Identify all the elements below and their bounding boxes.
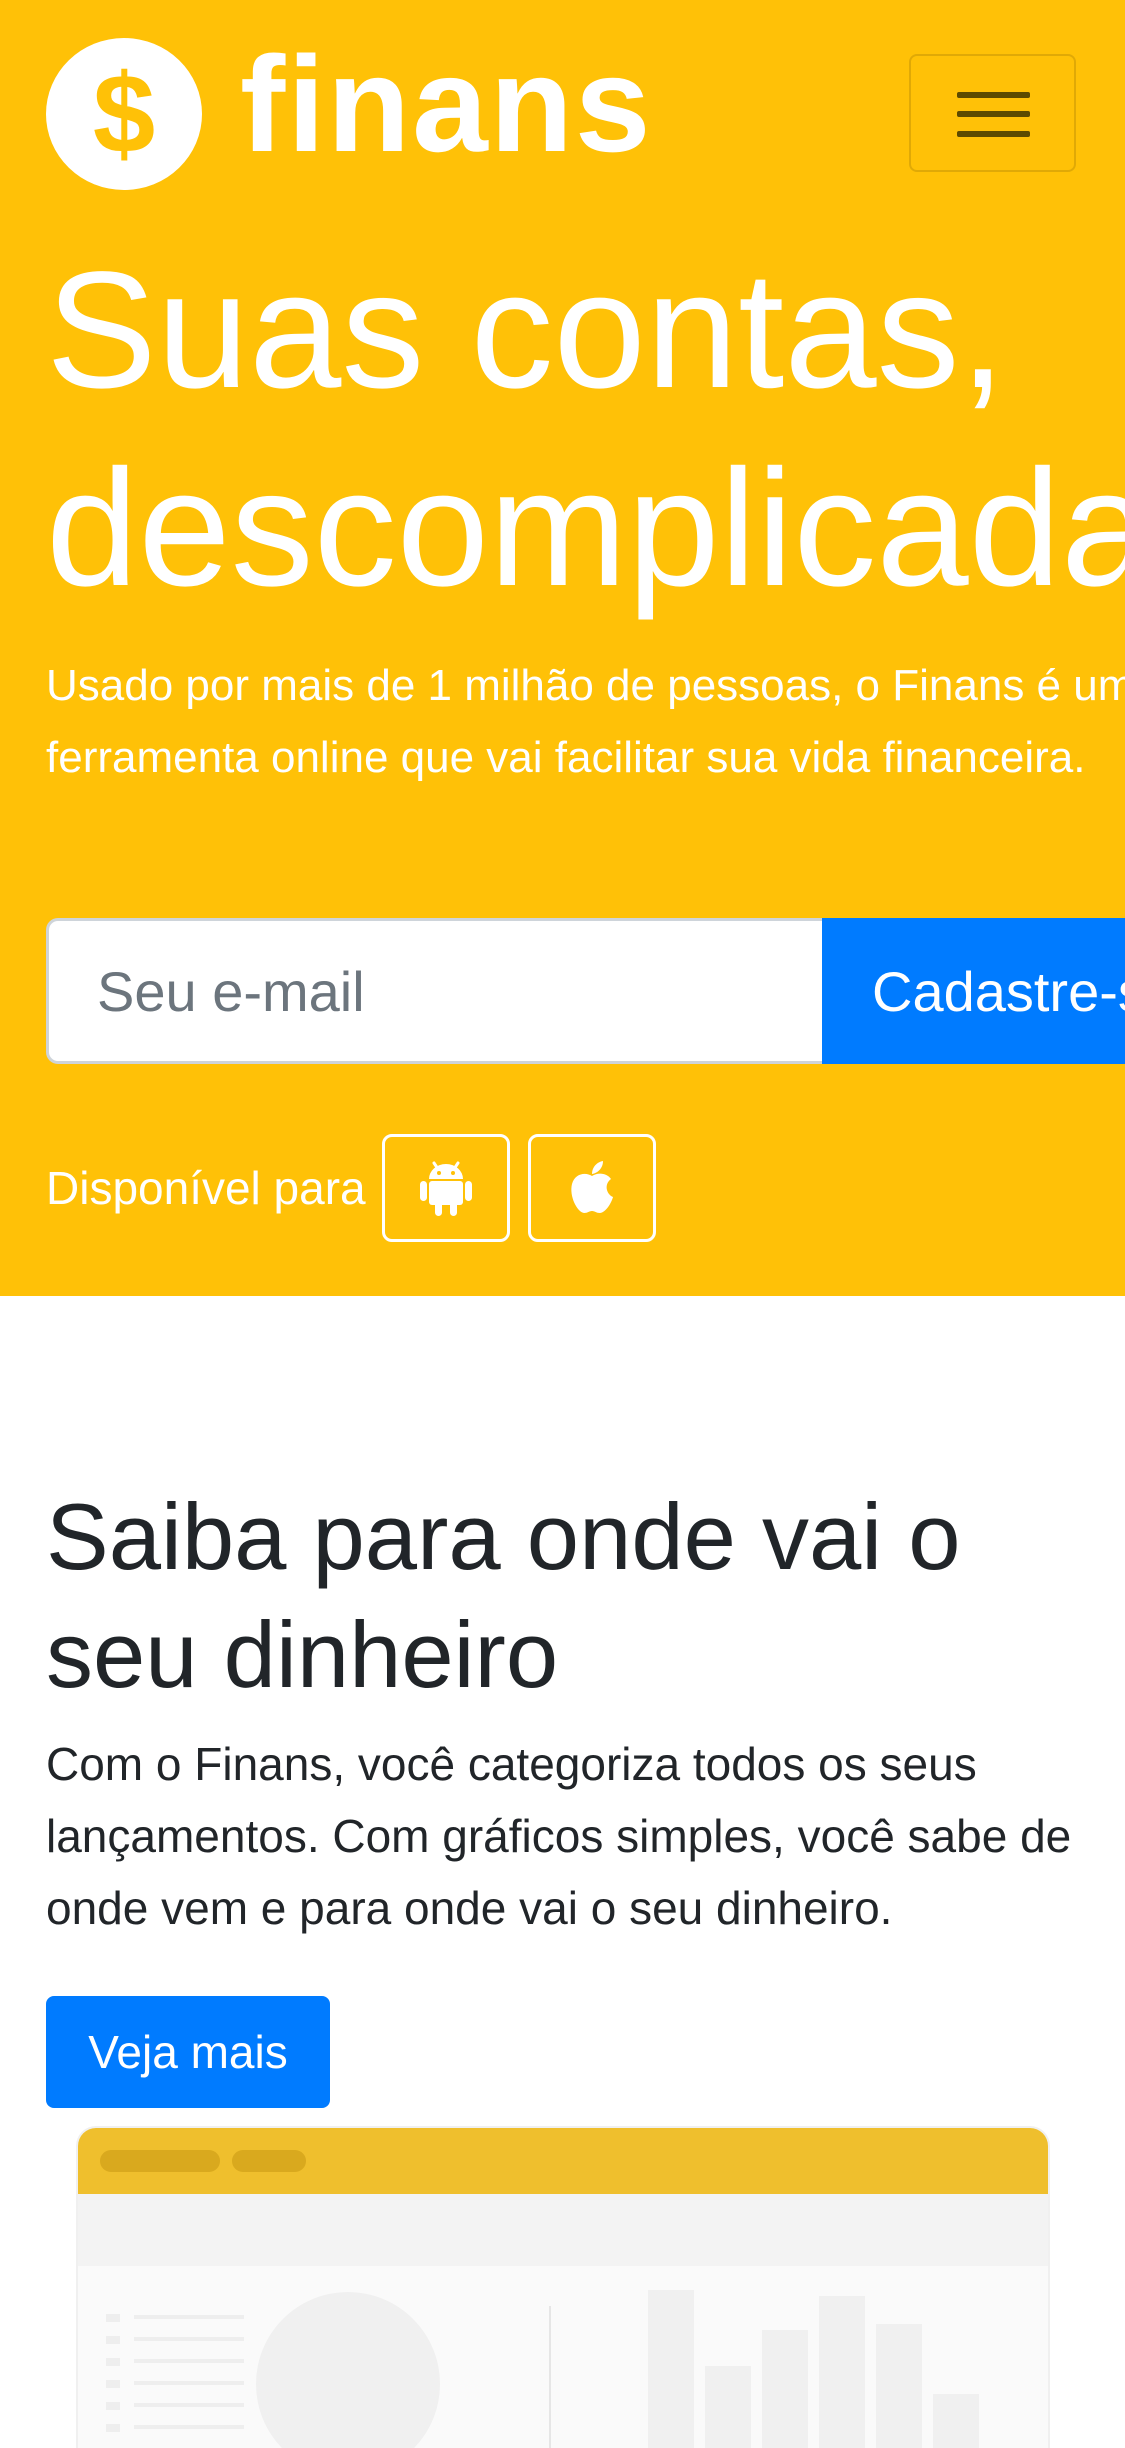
hamburger-menu-icon [957, 131, 1030, 137]
preview-chart-illustration [106, 2290, 979, 2448]
ios-download-button[interactable] [527, 1134, 656, 1242]
hamburger-menu-icon [957, 111, 1030, 117]
hero-section: $ finans Suas contas, descomplicadas Usa… [0, 0, 1125, 1296]
preview-subbar [78, 2194, 1048, 2266]
signup-button[interactable]: Cadastre-se [822, 918, 1125, 1064]
hamburger-menu-icon [957, 92, 1030, 98]
dollar-coin-icon: $ [46, 38, 202, 190]
headline-line-1: Suas contas, [46, 238, 1006, 423]
signup-form: Cadastre-se [46, 918, 1125, 1064]
preview-pill [100, 2150, 220, 2172]
section-title: Saiba para onde vai o seu dinheiro [46, 1484, 961, 1707]
features-section: Saiba para onde vai o seu dinheiro Com o… [0, 1296, 1125, 2448]
preview-header-bar [78, 2128, 1048, 2194]
available-label: Disponível para [46, 1162, 366, 1214]
preview-pill [232, 2150, 306, 2172]
hero-lead: Usado por mais de 1 milhão de pessoas, o… [46, 661, 1125, 782]
email-input[interactable] [46, 918, 824, 1064]
apple-icon [570, 1161, 613, 1213]
see-more-button[interactable]: Veja mais [46, 1996, 330, 2108]
headline-line-2: descomplicadas [46, 436, 1125, 621]
logo-text: finans [240, 28, 653, 180]
hero-headline: Suas contas, descomplicadas [46, 232, 1125, 628]
app-preview-image [78, 2128, 1048, 2448]
logo[interactable]: $ finans [46, 28, 653, 190]
android-download-button[interactable] [381, 1134, 510, 1242]
section-text: Com o Finans, você categoriza todos os s… [46, 1738, 1072, 1934]
menu-toggle-button[interactable] [909, 54, 1076, 172]
android-icon [419, 1161, 472, 1216]
available-platforms: Disponível para [46, 1134, 674, 1242]
